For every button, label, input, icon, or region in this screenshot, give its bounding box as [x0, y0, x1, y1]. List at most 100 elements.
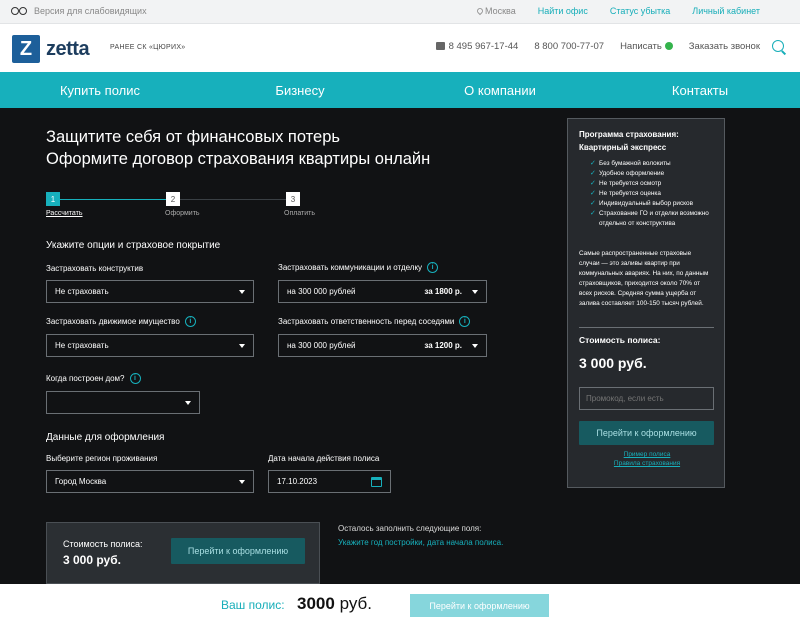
communications-price: за 1800 р.: [424, 287, 462, 296]
options-heading: Укажите опции и страховое покрытие: [46, 240, 221, 251]
program-heading: Программа страхования: Квартирный экспре…: [579, 130, 679, 152]
chevron-down-icon: [472, 343, 478, 348]
panel-divider: [579, 327, 714, 328]
page-title-line-1: Защитите себя от финансовых потерь: [46, 128, 340, 146]
find-office-link[interactable]: Найти офис: [538, 6, 588, 16]
list-item: Удобное оформление: [590, 169, 716, 179]
construct-select[interactable]: Не страховать: [46, 280, 254, 303]
insurance-rules-link[interactable]: Правила страхования: [568, 460, 726, 467]
cost-card: Стоимость полиса: 3 000 руб. Перейти к о…: [46, 522, 320, 584]
step-1-box[interactable]: 1: [46, 192, 60, 206]
chevron-down-icon: [239, 289, 245, 294]
steps-progress: 1 2 3 Рассчитать Оформить Оплатить: [46, 192, 336, 222]
sample-policy-link[interactable]: Пример полиса: [568, 451, 726, 458]
callback-button[interactable]: Заказать звонок: [689, 41, 760, 52]
chevron-down-icon: [239, 479, 245, 484]
city-label: Москва: [484, 6, 516, 16]
data-heading: Данные для оформления: [46, 432, 165, 443]
phone-1[interactable]: 8 495 967-17-44: [435, 41, 519, 52]
nav-item-buy-policy[interactable]: Купить полис: [0, 72, 200, 108]
liability-select-value: на 300 000 рублей: [287, 341, 356, 350]
list-item: Индивидуальный выбор рисков: [590, 199, 716, 209]
top-bar: Версия для слабовидящих Москва Найти офи…: [0, 0, 800, 24]
nav-item-business[interactable]: Бизнесу: [200, 72, 400, 108]
chevron-down-icon: [239, 343, 245, 348]
cost-card-value: 3 000 руб.: [63, 553, 121, 567]
list-item: Без бумажной волокиты: [590, 159, 716, 169]
phone-2[interactable]: 8 800 700-77-07: [534, 41, 604, 52]
program-panel: Программа страхования: Квартирный экспре…: [567, 118, 725, 488]
step-connector-2: [180, 199, 286, 200]
main-nav: Купить полис Бизнесу О компании Контакты: [0, 72, 800, 108]
liability-select[interactable]: на 300 000 рублей за 1200 р.: [278, 334, 487, 357]
footer-policy-label: Ваш полис:: [221, 598, 285, 612]
nav-item-about[interactable]: О компании: [400, 72, 600, 108]
panel-cost-value: 3 000 руб.: [579, 355, 647, 371]
sticky-footer: Ваш полис: 3000 руб. Перейти к оформлени…: [0, 584, 800, 622]
built-year-select[interactable]: [46, 391, 200, 414]
step-connector-1: [60, 199, 166, 200]
cost-card-label: Стоимость полиса:: [63, 539, 143, 549]
write-button[interactable]: Написать: [620, 41, 673, 52]
remaining-fields-label: Осталось заполнить следующие поля:: [338, 524, 482, 533]
glasses-icon: [10, 7, 28, 15]
construct-label-text: Застраховать конструктив: [46, 264, 144, 273]
movable-label-text: Застраховать движимое имущество: [46, 317, 180, 326]
remaining-fields-link[interactable]: Укажите год постройки, дата начала полис…: [338, 538, 503, 547]
step-3-box: 3: [286, 192, 300, 206]
panel-proceed-button[interactable]: Перейти к оформлению: [579, 421, 714, 445]
communications-select[interactable]: на 300 000 рублей за 1800 р.: [278, 280, 487, 303]
liability-label: Застраховать ответственность перед сосед…: [278, 316, 471, 327]
list-item: Не требуется осмотр: [590, 179, 716, 189]
list-item: Не требуется оценка: [590, 189, 716, 199]
communications-label: Застраховать коммуникации и отделку i: [278, 262, 439, 273]
info-icon[interactable]: i: [427, 262, 439, 273]
location-pin-icon: [475, 6, 485, 16]
nav-item-contacts[interactable]: Контакты: [600, 72, 800, 108]
liability-label-text: Застраховать ответственность перед сосед…: [278, 317, 455, 326]
built-year-label-text: Когда построен дом?: [46, 374, 125, 383]
proceed-button[interactable]: Перейти к оформлению: [171, 538, 305, 564]
built-year-label: Когда построен дом? i: [46, 373, 141, 384]
communications-label-text: Застраховать коммуникации и отделку: [278, 263, 423, 272]
start-date-label: Дата начала действия полиса: [268, 454, 379, 463]
logo[interactable]: Z zetta: [12, 35, 90, 63]
claim-status-link[interactable]: Статус убытка: [610, 6, 670, 16]
footer-amount: 3000 руб.: [297, 594, 372, 614]
info-icon[interactable]: i: [184, 316, 196, 327]
footer-currency: руб.: [339, 594, 372, 613]
phone-1-label: 8 495 967-17-44: [448, 41, 519, 52]
movable-select-value: Не страховать: [55, 341, 109, 350]
page-title-line-2: Оформите договор страхования квартиры он…: [46, 150, 431, 168]
logo-text: zetta: [46, 37, 90, 60]
calendar-icon[interactable]: [371, 477, 382, 487]
promo-code-input[interactable]: [579, 387, 714, 410]
logo-mark-icon: Z: [12, 35, 40, 63]
start-date-value: 17.10.2023: [277, 477, 318, 486]
panel-cost-label: Стоимость полиса:: [579, 335, 661, 345]
accessible-version-link[interactable]: Версия для слабовидящих: [10, 6, 147, 16]
info-icon[interactable]: i: [459, 316, 471, 327]
search-icon[interactable]: [772, 40, 786, 54]
top-links: Москва Найти офис Статус убытка Личный к…: [475, 6, 760, 16]
info-icon[interactable]: i: [129, 373, 141, 384]
start-date-label-text: Дата начала действия полиса: [268, 454, 380, 463]
start-date-input[interactable]: 17.10.2023: [268, 470, 391, 493]
movable-select[interactable]: Не страховать: [46, 334, 254, 357]
phone-icon: [435, 42, 445, 50]
footer-proceed-button[interactable]: Перейти к оформлению: [410, 594, 549, 617]
city-selector[interactable]: Москва: [475, 6, 516, 16]
feature-list: Без бумажной волокиты Удобное оформление…: [590, 159, 716, 229]
region-select-value: Город Москва: [55, 477, 107, 486]
step-2-label: Оформить: [165, 210, 200, 217]
region-select[interactable]: Город Москва: [46, 470, 254, 493]
movable-label: Застраховать движимое имущество i: [46, 316, 196, 327]
step-1-label[interactable]: Рассчитать: [46, 210, 83, 217]
formerly-label: РАНЕЕ СК «ЦЮРИХ»: [110, 44, 186, 51]
whatsapp-icon: [664, 42, 673, 50]
accessible-version-label: Версия для слабовидящих: [34, 6, 147, 16]
personal-account-link[interactable]: Личный кабинет: [692, 6, 760, 16]
construct-select-value: Не страховать: [55, 287, 109, 296]
write-label: Написать: [620, 41, 662, 52]
construct-label: Застраховать конструктив: [46, 264, 143, 273]
